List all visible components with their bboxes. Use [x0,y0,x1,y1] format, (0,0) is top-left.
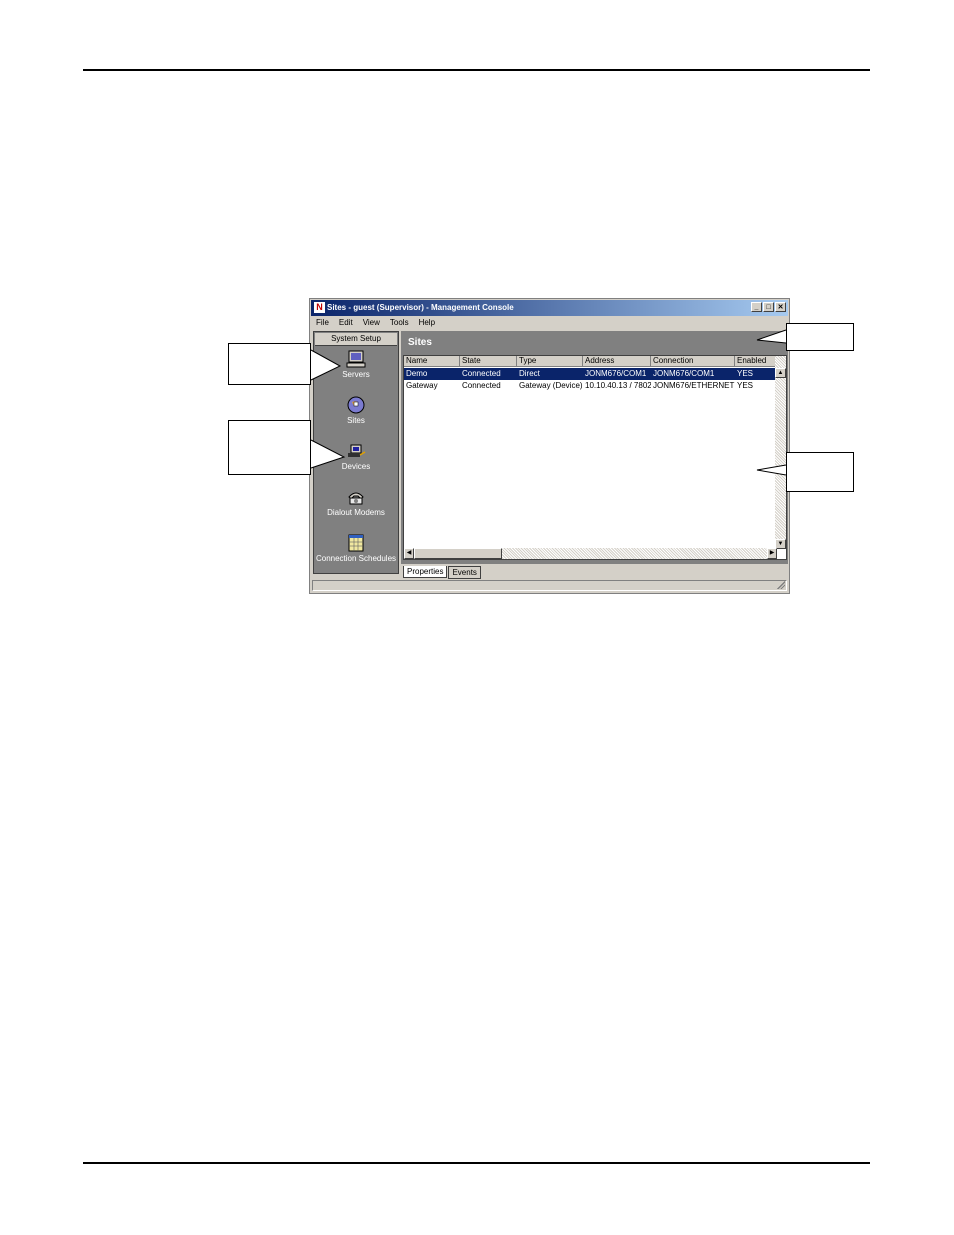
callout-panel-title [786,323,854,351]
sidebar-item-label: Dialout Modems [327,508,385,517]
sites-panel: Sites Name State Type Address Connection… [401,331,788,564]
menu-file[interactable]: File [316,317,329,329]
menu-help[interactable]: Help [419,317,435,329]
calendar-icon [348,534,364,552]
resize-grip-icon[interactable] [777,581,785,589]
bottom-tabs: Properties Events [403,566,481,579]
sidebar-item-devices[interactable]: Devices [314,442,398,471]
cell-enabled: YES [737,381,754,390]
management-console-window: N Sites - guest (Supervisor) - Managemen… [309,298,790,594]
panel-title: Sites [408,337,432,348]
device-icon [348,444,366,457]
cell-state: Connected [462,381,501,390]
sidebar-item-label: Servers [342,370,370,379]
menu-view[interactable]: View [363,317,380,329]
cell-name: Gateway [406,381,438,390]
column-header-enabled[interactable]: Enabled [735,356,776,367]
callout-servers [228,343,311,385]
scroll-left-icon[interactable]: ◀ [404,548,414,559]
cell-type: Gateway (Device) [519,381,583,390]
page-top-rule [83,69,870,71]
maximize-button[interactable]: □ [763,302,774,312]
cell-connection: JONM676/COM1 [653,369,715,378]
globe-icon [347,396,365,414]
callout-devices [228,420,311,475]
sidebar-item-connection-schedules[interactable]: Connection Schedules [314,534,398,563]
menu-bar: File Edit View Tools Help [311,317,788,329]
column-header-state[interactable]: State [460,356,517,367]
sidebar-item-label: Sites [347,416,365,425]
sidebar-item-dialout-modems[interactable]: Dialout Modems [314,488,398,517]
telephone-icon [348,492,364,505]
window-title: Sites - guest (Supervisor) - Management … [327,303,514,312]
scroll-right-icon[interactable]: ▶ [767,548,777,559]
sidebar-item-label: Connection Schedules [315,554,397,563]
horizontal-scrollbar[interactable]: ◀ ▶ [404,548,777,559]
column-header-type[interactable]: Type [517,356,583,367]
system-setup-sidebar: System Setup Servers Sites Devices Dialo… [313,331,399,574]
system-setup-header[interactable]: System Setup [315,333,397,346]
cell-type: Direct [519,369,540,378]
minimize-button[interactable]: _ [751,302,762,312]
tab-properties[interactable]: Properties [403,566,448,578]
cell-name: Demo [406,369,428,378]
cell-address: JONM676/COM1 [585,369,647,378]
sidebar-item-servers[interactable]: Servers [314,350,398,379]
column-header-address[interactable]: Address [583,356,651,367]
title-bar[interactable]: N Sites - guest (Supervisor) - Managemen… [311,300,788,316]
app-icon[interactable]: N [314,302,325,313]
sites-list[interactable]: Name State Type Address Connection Enabl… [403,355,787,560]
sidebar-item-label: Devices [341,462,371,471]
close-button[interactable]: ✕ [775,302,786,312]
cell-connection: JONM676/ETHERNET [653,381,735,390]
vertical-scrollbar[interactable]: ▲ ▼ [775,356,786,549]
horizontal-scroll-thumb[interactable] [414,548,502,559]
tab-events[interactable]: Events [448,566,481,579]
table-row[interactable]: Demo Connected Direct JONM676/COM1 JONM6… [404,368,776,380]
column-header-name[interactable]: Name [404,356,460,367]
window-controls: _ □ ✕ [751,302,786,312]
cell-enabled: YES [737,369,754,378]
menu-tools[interactable]: Tools [390,317,409,329]
cell-address: 10.10.40.13 / 7802 [585,381,651,390]
table-row[interactable]: Gateway Connected Gateway (Device) 10.10… [404,380,776,392]
page-bottom-rule [83,1162,870,1164]
status-bar [312,580,787,591]
list-header: Name State Type Address Connection Enabl… [404,356,776,367]
column-header-connection[interactable]: Connection [651,356,735,367]
cell-state: Connected [462,369,501,378]
sidebar-item-sites[interactable]: Sites [314,396,398,425]
callout-pointers [310,329,787,476]
menu-edit[interactable]: Edit [339,317,353,329]
scroll-up-icon[interactable]: ▲ [775,368,786,378]
callout-sites-list [786,452,854,492]
server-icon [346,350,366,368]
